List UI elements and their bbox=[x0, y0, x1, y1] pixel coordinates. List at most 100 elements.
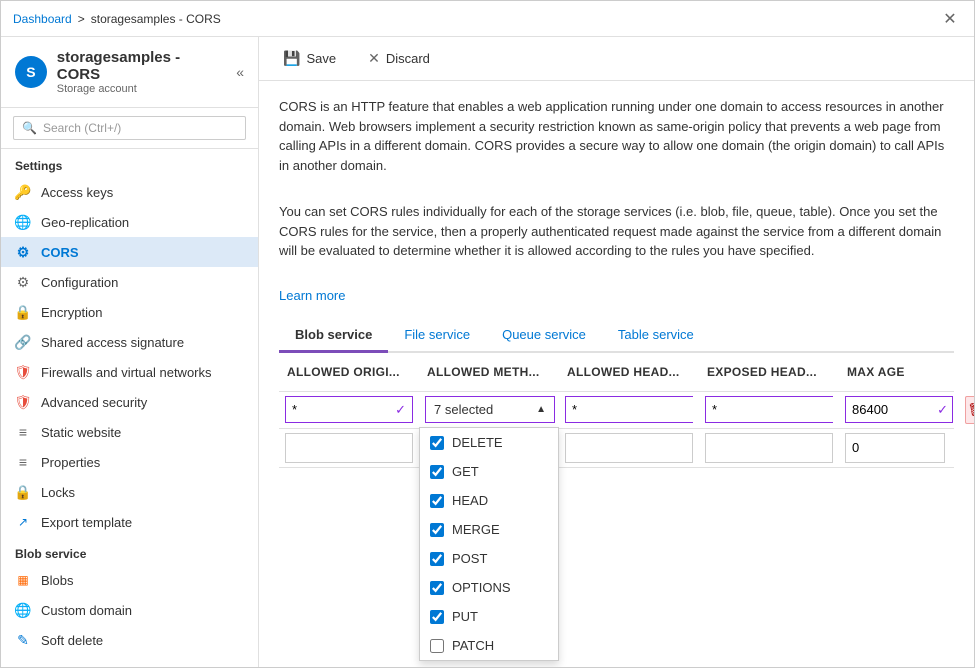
learn-more-link[interactable]: Learn more bbox=[279, 288, 345, 303]
tab-blob-service[interactable]: Blob service bbox=[279, 319, 388, 353]
method-merge-label: MERGE bbox=[452, 522, 500, 537]
table-header: ALLOWED ORIGI... ALLOWED METH... ALLOWED… bbox=[279, 353, 954, 392]
sidebar-item-blobs[interactable]: ▦ Blobs bbox=[1, 565, 258, 595]
method-head-label: HEAD bbox=[452, 493, 488, 508]
row2-max-age-input[interactable] bbox=[845, 433, 945, 463]
row2-origin-cell bbox=[279, 429, 419, 467]
sidebar-label-export-template: Export template bbox=[41, 515, 132, 530]
row2-allowed-headers-input[interactable] bbox=[565, 433, 693, 463]
row1-methods-cell: 7 selected ▲ DELETE bbox=[419, 392, 559, 427]
main-window: Dashboard > storagesamples - CORS ✕ S st… bbox=[0, 0, 975, 668]
discard-button[interactable]: ✕ Discard bbox=[360, 46, 438, 71]
sidebar-item-firewalls[interactable]: 🛡 Firewalls and virtual networks bbox=[1, 357, 258, 387]
col-max-age: MAX AGE bbox=[839, 361, 959, 383]
row1-delete-button[interactable]: 🗑 bbox=[965, 396, 974, 424]
col-actions bbox=[959, 361, 974, 383]
search-box: 🔍 Search (Ctrl+/) bbox=[1, 108, 258, 149]
method-get-label: GET bbox=[452, 464, 479, 479]
method-options[interactable]: OPTIONS bbox=[420, 573, 558, 602]
method-delete-checkbox[interactable] bbox=[430, 436, 444, 450]
sidebar-label-soft-delete: Soft delete bbox=[41, 633, 103, 648]
method-head[interactable]: HEAD bbox=[420, 486, 558, 515]
close-button[interactable]: ✕ bbox=[938, 7, 962, 31]
tab-queue-service[interactable]: Queue service bbox=[486, 319, 602, 353]
row2-origin-input[interactable] bbox=[285, 433, 413, 463]
soft-delete-icon: ✎ bbox=[15, 632, 31, 648]
sidebar-item-soft-delete[interactable]: ✎ Soft delete bbox=[1, 625, 258, 655]
lock-icon: 🔒 bbox=[15, 484, 31, 500]
row1-action-icons: 🗑 ··· bbox=[965, 396, 974, 424]
row1-exposed-headers-wrapper: ✓ bbox=[705, 396, 833, 423]
tab-table-service[interactable]: Table service bbox=[602, 319, 710, 353]
tab-file-service[interactable]: File service bbox=[388, 319, 486, 353]
row1-max-age-wrapper: ✓ bbox=[845, 396, 953, 423]
sidebar-label-configuration: Configuration bbox=[41, 275, 118, 290]
col-allowed-origin: ALLOWED ORIGI... bbox=[279, 361, 419, 383]
sidebar-item-advanced-security[interactable]: 🛡 Advanced security bbox=[1, 387, 258, 417]
method-merge[interactable]: MERGE bbox=[420, 515, 558, 544]
sidebar-item-configuration[interactable]: ⚙ Configuration bbox=[1, 267, 258, 297]
method-post[interactable]: POST bbox=[420, 544, 558, 573]
sidebar-item-shared-access-signature[interactable]: 🔗 Shared access signature bbox=[1, 327, 258, 357]
custom-domain-icon: 🌐 bbox=[15, 602, 31, 618]
breadcrumb: Dashboard > storagesamples - CORS bbox=[13, 12, 938, 26]
method-options-checkbox[interactable] bbox=[430, 581, 444, 595]
row1-origin-cell: ✓ bbox=[279, 392, 419, 427]
method-merge-checkbox[interactable] bbox=[430, 523, 444, 537]
row1-allowed-headers-cell: ✓ bbox=[559, 392, 699, 427]
row1-origin-input[interactable] bbox=[286, 397, 389, 422]
sidebar-label-static-website: Static website bbox=[41, 425, 121, 440]
resource-subtitle: Storage account bbox=[57, 83, 226, 95]
row1-methods-label: 7 selected bbox=[434, 402, 493, 417]
description-paragraph-1: CORS is an HTTP feature that enables a w… bbox=[279, 97, 954, 175]
sidebar-label-cors: CORS bbox=[41, 245, 79, 260]
method-patch-checkbox[interactable] bbox=[430, 639, 444, 653]
row1-max-age-check: ✓ bbox=[933, 402, 952, 418]
sidebar-item-locks[interactable]: 🔒 Locks bbox=[1, 477, 258, 507]
chevron-up-icon: ▲ bbox=[536, 404, 546, 415]
table-row-2 bbox=[279, 429, 954, 468]
col-exposed-headers: EXPOSED HEAD... bbox=[699, 361, 839, 383]
method-post-label: POST bbox=[452, 551, 487, 566]
content-body: CORS is an HTTP feature that enables a w… bbox=[259, 81, 974, 667]
sidebar-item-static-website[interactable]: ≡ Static website bbox=[1, 417, 258, 447]
table-row-1: ✓ 7 selected ▲ bbox=[279, 392, 954, 429]
method-put-checkbox[interactable] bbox=[430, 610, 444, 624]
method-delete[interactable]: DELETE bbox=[420, 428, 558, 457]
method-get[interactable]: GET bbox=[420, 457, 558, 486]
shield-icon-security: 🛡 bbox=[15, 394, 31, 410]
row1-methods-dropdown[interactable]: 7 selected ▲ bbox=[425, 396, 555, 423]
sidebar-item-geo-replication[interactable]: 🌐 Geo-replication bbox=[1, 207, 258, 237]
resource-icon: S bbox=[15, 56, 47, 88]
save-button[interactable]: 💾 Save bbox=[275, 46, 344, 71]
method-post-checkbox[interactable] bbox=[430, 552, 444, 566]
sidebar-collapse-button[interactable]: « bbox=[236, 64, 244, 80]
shield-icon-firewalls: 🛡 bbox=[15, 364, 31, 380]
method-head-checkbox[interactable] bbox=[430, 494, 444, 508]
sidebar-label-geo-replication: Geo-replication bbox=[41, 215, 129, 230]
row1-origin-check: ✓ bbox=[389, 402, 412, 418]
method-put[interactable]: PUT bbox=[420, 602, 558, 631]
sidebar-item-export-template[interactable]: ↗ Export template bbox=[1, 507, 258, 537]
blobs-icon: ▦ bbox=[15, 572, 31, 588]
row1-exposed-headers-cell: ✓ bbox=[699, 392, 839, 427]
row1-origin-input-wrapper: ✓ bbox=[285, 396, 413, 423]
row1-max-age-input[interactable] bbox=[846, 397, 933, 422]
sidebar-item-access-keys[interactable]: 🔑 Access keys bbox=[1, 177, 258, 207]
breadcrumb-current: storagesamples - CORS bbox=[91, 12, 221, 26]
method-get-checkbox[interactable] bbox=[430, 465, 444, 479]
sidebar-item-encryption[interactable]: 🔒 Encryption bbox=[1, 297, 258, 327]
resource-title: storagesamples - CORS bbox=[57, 49, 226, 83]
sidebar-item-properties[interactable]: ≡ Properties bbox=[1, 447, 258, 477]
save-icon: 💾 bbox=[283, 50, 300, 67]
sidebar-item-custom-domain[interactable]: 🌐 Custom domain bbox=[1, 595, 258, 625]
sidebar-item-cors[interactable]: ⚙ CORS bbox=[1, 237, 258, 267]
sidebar-search[interactable]: 🔍 Search (Ctrl+/) bbox=[13, 116, 246, 140]
method-patch[interactable]: PATCH bbox=[420, 631, 558, 660]
cors-icon: ⚙ bbox=[15, 244, 31, 260]
breadcrumb-home[interactable]: Dashboard bbox=[13, 12, 72, 26]
discard-icon: ✕ bbox=[368, 50, 380, 67]
row2-exposed-headers-input[interactable] bbox=[705, 433, 833, 463]
settings-section-label: Settings bbox=[1, 149, 258, 177]
config-icon: ⚙ bbox=[15, 274, 31, 290]
